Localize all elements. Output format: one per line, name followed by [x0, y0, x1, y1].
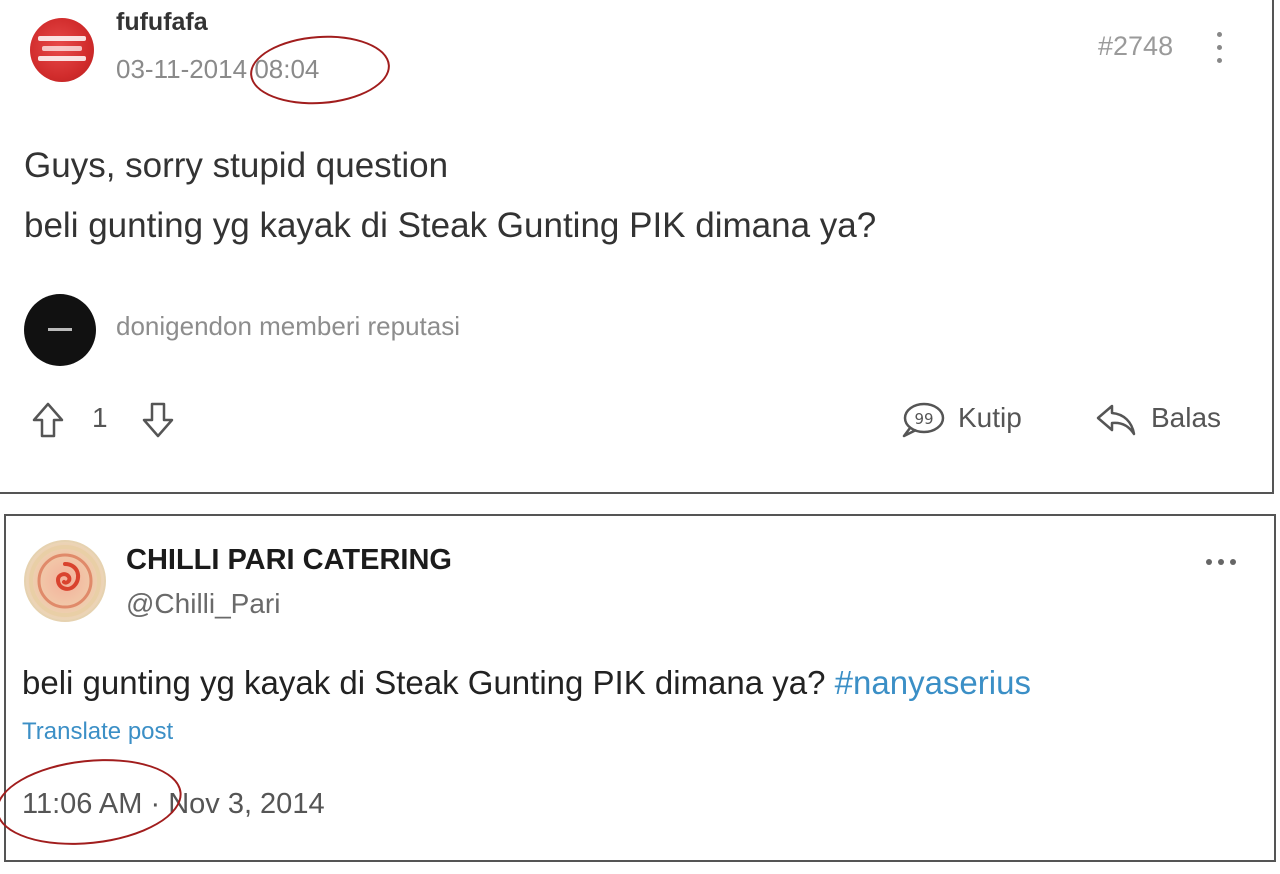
post-number[interactable]: #2748: [1098, 31, 1173, 62]
display-name[interactable]: CHILLI PARI CATERING: [126, 544, 452, 577]
chilli-spiral-icon: [29, 545, 101, 617]
reply-button[interactable]: Balas: [1151, 402, 1221, 434]
arrow-down-icon[interactable]: [140, 400, 176, 440]
post-date: 03-11-2014: [116, 54, 248, 84]
tweet-text: beli gunting yg kayak di Steak Gunting P…: [22, 664, 1031, 702]
post-body: Guys, sorry stupid question beli gunting…: [24, 136, 876, 256]
reputation-avatar[interactable]: [24, 294, 96, 366]
translate-post-link[interactable]: Translate post: [22, 718, 173, 746]
post-body-line: Guys, sorry stupid question: [24, 146, 449, 185]
hashtag-link[interactable]: #nanyaserius: [835, 664, 1031, 701]
user-handle[interactable]: @Chilli_Pari: [126, 588, 280, 620]
profile-avatar[interactable]: [24, 540, 106, 622]
horizontal-ellipsis-icon[interactable]: [1202, 554, 1242, 570]
time-annotation-circle: [247, 31, 393, 109]
quote-button[interactable]: Kutip: [958, 402, 1022, 434]
tweet-date: Nov 3, 2014: [168, 788, 325, 820]
vertical-ellipsis-icon[interactable]: [1208, 28, 1232, 68]
quote-bubble-icon[interactable]: 99: [898, 400, 946, 440]
post-username[interactable]: fufufafa: [116, 8, 208, 37]
forum-post-card: fufufafa 03-11-2014 08:04 #2748 Guys, so…: [0, 0, 1274, 494]
tweet-card: CHILLI PARI CATERING @Chilli_Pari beli g…: [0, 514, 1276, 862]
tweet-body: beli gunting yg kayak di Steak Gunting P…: [22, 664, 826, 701]
reply-arrow-icon[interactable]: [1094, 400, 1138, 440]
reputation-text: donigendon memberi reputasi: [116, 311, 460, 341]
user-avatar[interactable]: [30, 18, 94, 82]
vote-count: 1: [92, 402, 108, 433]
arrow-up-icon[interactable]: [30, 400, 66, 440]
post-body-line: beli gunting yg kayak di Steak Gunting P…: [24, 206, 877, 245]
svg-text:99: 99: [914, 410, 933, 428]
time-annotation-circle: [0, 750, 186, 854]
